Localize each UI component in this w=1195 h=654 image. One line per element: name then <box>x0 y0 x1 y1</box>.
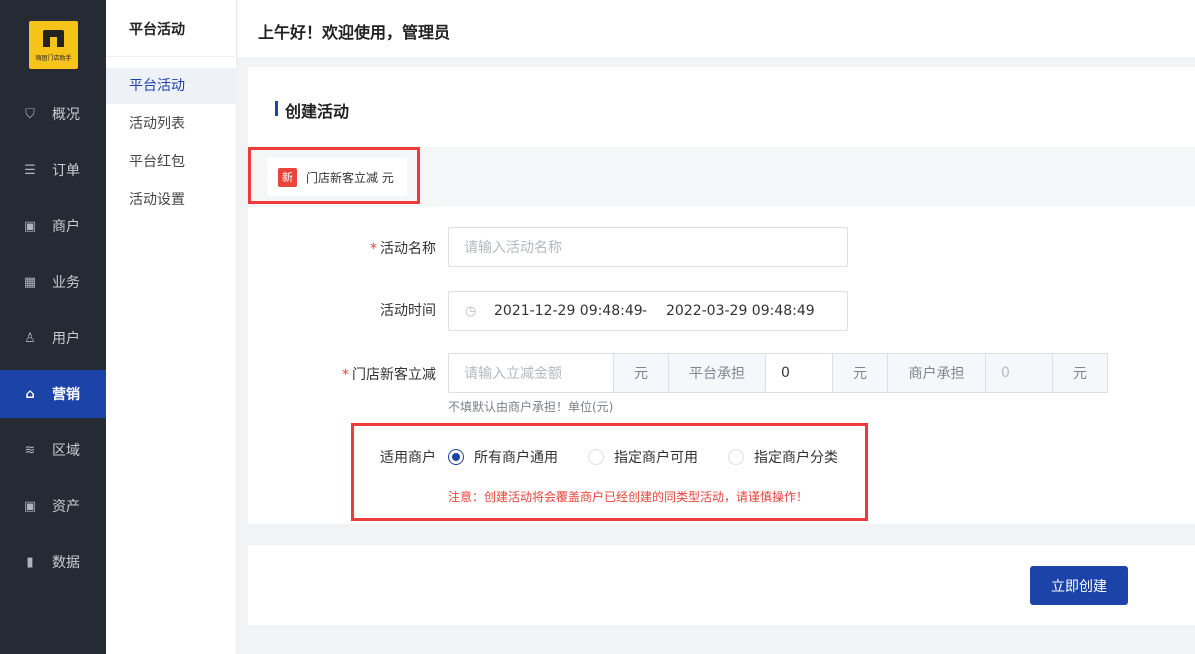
sub-sidebar: 平台活动 平台活动 活动列表 平台红包 活动设置 <box>106 0 237 654</box>
merchant-share-input: 0 <box>985 353 1053 393</box>
user-icon: ♙ <box>24 330 36 346</box>
nav-item-overview[interactable]: ⛉ 概况 <box>0 90 106 138</box>
subnav-item-platform-activity[interactable]: 平台活动 <box>106 68 237 104</box>
nav-item-data[interactable]: ▮ 数据 <box>0 538 106 586</box>
nav-item-region[interactable]: ≋ 区域 <box>0 426 106 474</box>
nav-item-label: 商户 <box>52 219 80 235</box>
activity-time-range-picker[interactable]: ◷ 2021-12-29 09:48:49 - 2022-03-29 09:48… <box>448 291 848 331</box>
nav-item-label: 数据 <box>52 555 80 571</box>
merchant-share-unit: 元 <box>1052 353 1108 393</box>
subnav-item-activity-settings[interactable]: 活动设置 <box>106 182 237 218</box>
activity-name-label: * 活动名称 <box>370 241 436 257</box>
range-separator: - <box>642 303 648 319</box>
shop-icon <box>43 30 64 47</box>
subnav-item-red-packet[interactable]: 平台红包 <box>106 144 237 180</box>
business-icon: ▦ <box>23 274 37 290</box>
nav-item-label: 概况 <box>52 107 80 123</box>
region-icon: ≋ <box>24 442 36 458</box>
start-time-value[interactable]: 2021-12-29 09:48:49 <box>494 303 643 319</box>
dashboard-icon: ⛉ <box>25 106 35 122</box>
nav-item-users[interactable]: ♙ 用户 <box>0 314 106 362</box>
platform-share-input[interactable]: 0 <box>765 353 833 393</box>
assets-icon: ▣ <box>23 498 37 514</box>
nav-item-label: 用户 <box>52 331 80 347</box>
main-sidebar: 嗨团门店助手 ⛉ 概况 ☰ 订单 ▣ 商户 ▦ 业务 ♙ 用户 ⌂ 营销 ≋ 区… <box>0 0 106 654</box>
discount-amount-placeholder: 请输入立减金额 <box>464 366 562 382</box>
platform-share-label: 平台承担 <box>668 353 766 393</box>
discount-hint: 不填默认由商户承担！单位(元) <box>448 400 614 414</box>
divider <box>106 56 237 57</box>
end-time-value[interactable]: 2022-03-29 09:48:49 <box>666 303 815 319</box>
highlight-box-scope <box>351 423 868 521</box>
activity-time-label: 活动时间 <box>380 303 436 319</box>
merchant-share-label: 商户承担 <box>887 353 986 393</box>
nav-item-merchants[interactable]: ▣ 商户 <box>0 202 106 250</box>
marketing-icon: ⌂ <box>25 386 35 402</box>
data-chart-icon: ▮ <box>26 554 34 570</box>
discount-unit: 元 <box>613 353 669 393</box>
nav-item-business[interactable]: ▦ 业务 <box>0 258 106 306</box>
clock-icon: ◷ <box>465 303 477 319</box>
activity-name-placeholder: 请输入活动名称 <box>464 240 562 256</box>
merchant-icon: ▣ <box>23 218 37 234</box>
nav-item-assets[interactable]: ▣ 资产 <box>0 482 106 530</box>
top-header: 上午好！欢迎使用，管理员 <box>238 0 1195 57</box>
nav-item-label: 营销 <box>52 387 80 403</box>
nav-item-label: 区域 <box>52 443 80 459</box>
subnav-item-activity-list[interactable]: 活动列表 <box>106 106 237 142</box>
greeting-text: 上午好！欢迎使用，管理员 <box>258 23 451 42</box>
platform-share-unit: 元 <box>832 353 888 393</box>
nav-item-marketing[interactable]: ⌂ 营销 <box>0 370 106 418</box>
logo-text: 嗨团门店助手 <box>35 55 72 62</box>
order-icon: ☰ <box>24 162 36 178</box>
nav-item-label: 资产 <box>52 499 80 515</box>
create-button[interactable]: 立即创建 <box>1030 566 1128 605</box>
discount-amount-input[interactable]: 请输入立减金额 <box>448 353 614 393</box>
nav-item-label: 业务 <box>52 275 80 291</box>
highlight-box-activity-type <box>248 147 420 204</box>
page-title: 创建活动 <box>275 98 349 122</box>
activity-name-input[interactable]: 请输入活动名称 <box>448 227 848 267</box>
action-card: 立即创建 <box>248 545 1195 625</box>
app-logo[interactable]: 嗨团门店助手 <box>29 21 78 69</box>
nav-item-label: 订单 <box>52 163 80 179</box>
subnav-title: 平台活动 <box>129 22 185 38</box>
discount-label: * 门店新客立减 <box>342 367 436 383</box>
nav-item-orders[interactable]: ☰ 订单 <box>0 146 106 194</box>
